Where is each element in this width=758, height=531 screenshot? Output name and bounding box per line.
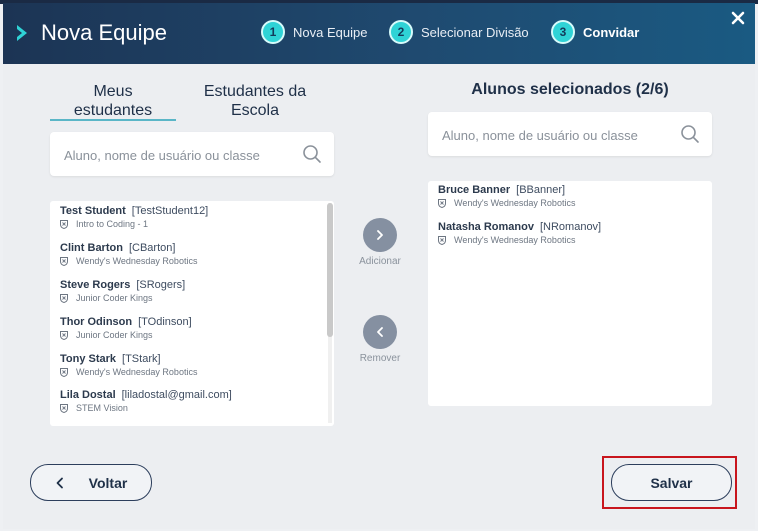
student-class: Intro to Coding - 1 — [76, 219, 149, 229]
student-name: Thor Odinson — [60, 316, 133, 328]
search-icon[interactable] — [680, 124, 700, 144]
student-username: [CBarton] — [128, 242, 176, 254]
list-item[interactable]: Thor Odinson [TOdinson] Junior Coder King… — [60, 316, 192, 340]
step-number: 3 — [551, 20, 575, 44]
shield-icon — [438, 198, 446, 208]
student-name: Natasha Romanov — [438, 221, 534, 233]
student-username: [TestStudent12] — [131, 205, 209, 217]
student-name: Test Student — [60, 205, 126, 217]
student-username: [TStark] — [122, 353, 161, 365]
list-item[interactable]: Natasha Romanov [NRomanov] Wendy's Wednes… — [438, 221, 601, 245]
tab-label-line: Escola — [230, 102, 280, 119]
student-search — [50, 132, 334, 176]
list-item[interactable]: Bruce Banner [BBanner] Wendy's Wednesday … — [438, 184, 575, 208]
selected-search-input[interactable] — [440, 124, 674, 146]
student-username: [SRogers] — [136, 279, 186, 291]
tab-label-line: Estudantes da — [203, 83, 307, 100]
shield-icon — [60, 403, 68, 413]
student-class: Wendy's Wednesday Robotics — [76, 256, 198, 266]
student-name: Clint Barton — [60, 242, 123, 254]
step-number: 2 — [389, 20, 413, 44]
shield-icon — [60, 330, 68, 340]
remove-button[interactable] — [363, 315, 397, 349]
shield-icon — [60, 293, 68, 303]
tab-label-line: estudantes — [73, 102, 153, 119]
tab-school-students[interactable]: Estudantes da Escola — [193, 82, 317, 120]
chevron-left-icon — [377, 327, 383, 337]
step-label: Convidar — [583, 24, 640, 40]
close-icon[interactable] — [729, 9, 747, 27]
student-class: Junior Coder Kings — [76, 330, 153, 340]
step-2: 2 Selecionar Divisão — [389, 19, 529, 45]
save-highlight-box — [602, 456, 737, 509]
tab-label-line: Meus — [93, 83, 133, 100]
step-3: 3 Convidar — [551, 19, 639, 45]
step-label: Nova Equipe — [293, 24, 368, 40]
selected-student-list[interactable]: Bruce Banner [BBanner] Wendy's Wednesday … — [428, 181, 712, 406]
student-name: Bruce Banner — [438, 184, 511, 196]
chevron-right-icon — [377, 230, 383, 240]
remove-label: Remover — [359, 353, 401, 364]
step-1: 1 Nova Equipe — [261, 19, 367, 45]
back-button[interactable]: Voltar — [30, 464, 152, 501]
modal-title: Nova Equipe — [41, 20, 167, 45]
step-number: 1 — [261, 20, 285, 44]
student-username: [BBanner] — [516, 184, 566, 196]
student-name: Steve Rogers — [60, 279, 131, 291]
student-class: Wendy's Wednesday Robotics — [76, 367, 198, 377]
selected-students-heading: Alunos selecionados (2/6) — [471, 81, 669, 98]
student-name: Lila Dostal — [60, 389, 116, 401]
tab-my-students[interactable]: Meus estudantes — [50, 82, 176, 120]
student-name: Tony Stark — [60, 353, 117, 365]
scrollbar-thumb[interactable] — [327, 203, 333, 337]
selected-search — [428, 112, 712, 156]
new-team-modal: Nova Equipe 1 Nova Equipe 2 Selecionar D… — [3, 3, 755, 529]
student-class: Wendy's Wednesday Robotics — [454, 235, 576, 245]
add-button[interactable] — [363, 218, 397, 252]
list-item[interactable]: Steve Rogers [SRogers] Junior Coder Kings — [60, 279, 185, 303]
step-label: Selecionar Divisão — [421, 24, 529, 40]
student-username: [liladostal@gmail.com] — [121, 389, 232, 401]
shield-icon — [60, 219, 68, 229]
add-label: Adicionar — [359, 256, 401, 267]
active-tab-indicator — [50, 119, 176, 121]
shield-icon — [438, 235, 446, 245]
student-username: [NRomanov] — [539, 221, 602, 233]
student-search-input[interactable] — [62, 144, 296, 166]
student-username: [TOdinson] — [138, 316, 192, 328]
list-item[interactable]: Tony Stark [TStark] Wendy's Wednesday Rob… — [60, 353, 197, 377]
modal-header: Nova Equipe 1 Nova Equipe 2 Selecionar D… — [3, 3, 755, 64]
chevron-left-icon — [56, 477, 63, 488]
student-class: Junior Coder Kings — [76, 293, 153, 303]
student-class: Wendy's Wednesday Robotics — [454, 198, 576, 208]
search-icon[interactable] — [302, 144, 322, 164]
student-class: STEM Vision — [76, 403, 128, 413]
list-item[interactable]: Lila Dostal [liladostal@gmail.com] STEM V… — [60, 389, 232, 413]
list-item[interactable]: Test Student [TestStudent12] Intro to Cod… — [60, 205, 208, 229]
shield-icon — [60, 367, 68, 377]
chevron-right-icon — [17, 25, 27, 41]
list-item[interactable]: Clint Barton [CBarton] Wendy's Wednesday … — [60, 242, 197, 266]
back-button-label: Voltar — [88, 474, 128, 491]
shield-icon — [60, 256, 68, 266]
student-list[interactable]: Test Student [TestStudent12] Intro to Cod… — [50, 201, 334, 426]
